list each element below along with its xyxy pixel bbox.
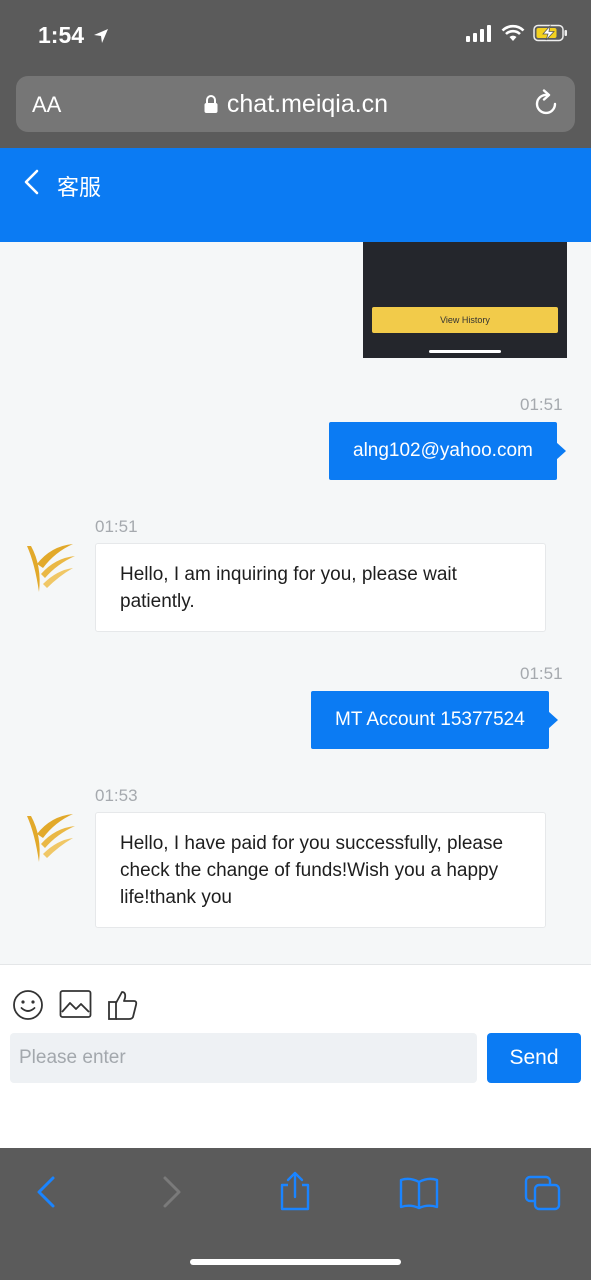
thumbs-up-icon[interactable] — [107, 989, 139, 1021]
status-time-text: 1:54 — [38, 22, 85, 48]
lock-icon — [204, 95, 218, 113]
incoming-message[interactable]: Hello, I am inquiring for you, please wa… — [95, 543, 546, 632]
status-indicators — [466, 24, 569, 42]
message-timestamp: 01:51 — [520, 395, 563, 414]
send-button[interactable]: Send — [487, 1033, 581, 1083]
emoji-icon[interactable] — [12, 989, 44, 1021]
image-message-thumbnail[interactable]: View History — [363, 242, 567, 358]
browser-top-bar: 1:54 AA chat.meiqia.cn — [0, 0, 591, 148]
share-icon[interactable] — [277, 1170, 313, 1212]
bookmarks-icon[interactable] — [398, 1176, 440, 1210]
home-indicator — [190, 1259, 401, 1265]
message-input[interactable] — [10, 1033, 477, 1083]
message-timestamp: 01:51 — [95, 517, 138, 536]
location-arrow-icon — [94, 29, 109, 43]
chat-header: 客服 — [0, 148, 591, 242]
image-icon[interactable] — [59, 989, 92, 1019]
view-history-button: View History — [372, 307, 558, 333]
message-composer: Send — [0, 964, 591, 1148]
agent-avatar — [27, 814, 75, 862]
wifi-icon — [501, 24, 525, 41]
message-timestamp: 01:51 — [520, 664, 563, 683]
message-timestamp: 01:53 — [95, 786, 138, 805]
tabs-icon[interactable] — [523, 1174, 563, 1212]
back-chevron-icon[interactable] — [22, 169, 42, 195]
battery-charging-icon — [533, 24, 567, 42]
thumbnail-home-indicator — [429, 350, 501, 353]
chat-messages[interactable]: View History 01:51 alng102@yahoo.com 01:… — [0, 242, 591, 964]
outgoing-message[interactable]: MT Account 15377524 — [311, 691, 558, 749]
back-icon[interactable] — [34, 1175, 58, 1209]
signal-icon — [466, 25, 491, 42]
status-time: 1:54 — [38, 22, 109, 49]
header-title[interactable]: 客服 — [57, 170, 101, 202]
forward-icon[interactable] — [160, 1175, 184, 1209]
browser-toolbar — [0, 1148, 591, 1280]
outgoing-message[interactable]: alng102@yahoo.com — [329, 422, 566, 480]
agent-avatar — [27, 544, 75, 592]
address-bar[interactable]: AA chat.meiqia.cn — [16, 76, 575, 132]
reload-icon[interactable] — [533, 89, 561, 119]
incoming-message[interactable]: Hello, I have paid for you successfully,… — [95, 812, 546, 928]
url-display[interactable]: chat.meiqia.cn — [16, 90, 575, 119]
url-text: chat.meiqia.cn — [226, 90, 389, 118]
